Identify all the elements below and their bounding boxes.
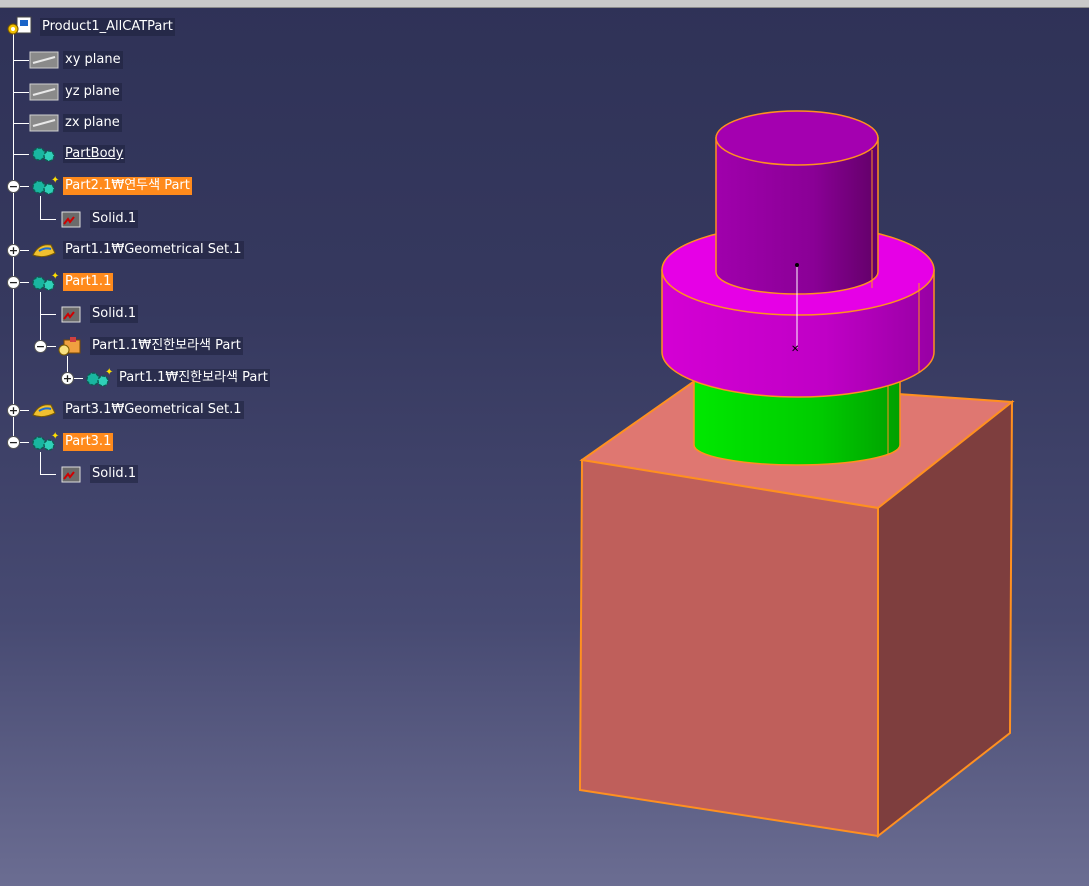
svg-text:✦: ✦	[51, 431, 59, 442]
tree-item-label: yz plane	[63, 83, 122, 101]
collapse-toggle-component[interactable]: −	[34, 340, 47, 353]
tree-root[interactable]: Product1_AllCATPart	[4, 16, 175, 38]
tree-item-partbody[interactable]: PartBody	[29, 143, 126, 165]
tree-item-subpart[interactable]: ✦ Part1.1₩진한보라색 Part	[83, 367, 270, 389]
tree-item-part3[interactable]: ✦ Part3.1	[29, 431, 114, 453]
plane-icon	[29, 49, 59, 71]
tree-connector	[40, 452, 41, 474]
box-front-face	[578, 458, 879, 838]
collapse-toggle-part3[interactable]: −	[7, 436, 20, 449]
tree-item-label: Part1.1₩진한보라색 Part	[90, 337, 243, 355]
geo-set-icon	[29, 399, 59, 421]
svg-text:✦: ✦	[105, 367, 113, 378]
tree-connector	[13, 154, 29, 155]
expand-toggle-part3-geoset[interactable]: +	[7, 404, 20, 417]
tree-connector	[40, 474, 56, 475]
tree-item-label: Part3.1₩Geometrical Set.1	[63, 401, 244, 419]
tree-item-part1[interactable]: ✦ Part1.1	[29, 271, 114, 293]
tree-item-part2[interactable]: ✦ Part2.1₩연두색 Part	[29, 175, 192, 197]
tree-item-solid[interactable]: Solid.1	[56, 303, 139, 325]
svg-text:✦: ✦	[51, 175, 59, 186]
tree-item-label: Part2.1₩연두색 Part	[63, 177, 192, 195]
svg-text:✦: ✦	[51, 271, 59, 282]
expand-toggle-subpart[interactable]: +	[61, 372, 74, 385]
tree-connector	[40, 314, 56, 315]
plane-icon	[29, 81, 59, 103]
part-gear-icon: ✦	[83, 367, 113, 389]
solid-icon	[56, 303, 86, 325]
body-gear-icon	[29, 143, 59, 165]
tree-connector	[40, 292, 41, 346]
plane-icon	[29, 112, 59, 134]
tree-connector	[40, 196, 41, 219]
tree-item-label: PartBody	[63, 145, 126, 163]
tree-item-label: Solid.1	[90, 305, 139, 323]
tree-item-component[interactable]: Part1.1₩진한보라색 Part	[56, 335, 243, 357]
part-gear-icon: ✦	[29, 271, 59, 293]
tree-item-label: Part1.1	[63, 273, 114, 291]
tree-item-label: xy plane	[63, 51, 123, 69]
collapse-toggle-part2[interactable]: −	[7, 180, 20, 193]
tree-item-label: Part1.1₩Geometrical Set.1	[63, 241, 244, 259]
tree-connector	[13, 60, 29, 61]
solid-icon	[56, 463, 86, 485]
tree-connector	[13, 92, 29, 93]
part-gear-icon: ✦	[29, 175, 59, 197]
tree-item-xy-plane[interactable]: xy plane	[29, 49, 123, 71]
tree-item-yz-plane[interactable]: yz plane	[29, 81, 122, 103]
expand-toggle-part1-geoset[interactable]: +	[7, 244, 20, 257]
tree-item-label: Part3.1	[63, 433, 114, 451]
component-icon	[56, 335, 86, 357]
svg-text:✕: ✕	[791, 344, 799, 355]
tree-item-label: Solid.1	[90, 465, 139, 483]
tree-item-part3-geometrical-set[interactable]: Part3.1₩Geometrical Set.1	[29, 399, 244, 421]
part-gear-icon: ✦	[29, 431, 59, 453]
tree-item-label: Solid.1	[90, 210, 139, 228]
specification-tree: − + − − + + − Product1_AllCATPart xy pla…	[0, 0, 420, 520]
tree-item-label: zx plane	[63, 114, 122, 132]
tree-connector	[40, 219, 56, 220]
geo-set-icon	[29, 239, 59, 261]
product-icon	[4, 16, 36, 38]
tree-item-solid[interactable]: Solid.1	[56, 208, 139, 230]
solid-icon	[56, 208, 86, 230]
tree-item-label: Part1.1₩진한보라색 Part	[117, 369, 270, 387]
collapse-toggle-part1[interactable]: −	[7, 276, 20, 289]
tree-trunk-line	[13, 34, 14, 442]
tree-item-part1-geometrical-set[interactable]: Part1.1₩Geometrical Set.1	[29, 239, 244, 261]
tree-root-label: Product1_AllCATPart	[40, 18, 175, 36]
tree-item-solid[interactable]: Solid.1	[56, 463, 139, 485]
tree-item-zx-plane[interactable]: zx plane	[29, 112, 122, 134]
tree-connector	[13, 123, 29, 124]
